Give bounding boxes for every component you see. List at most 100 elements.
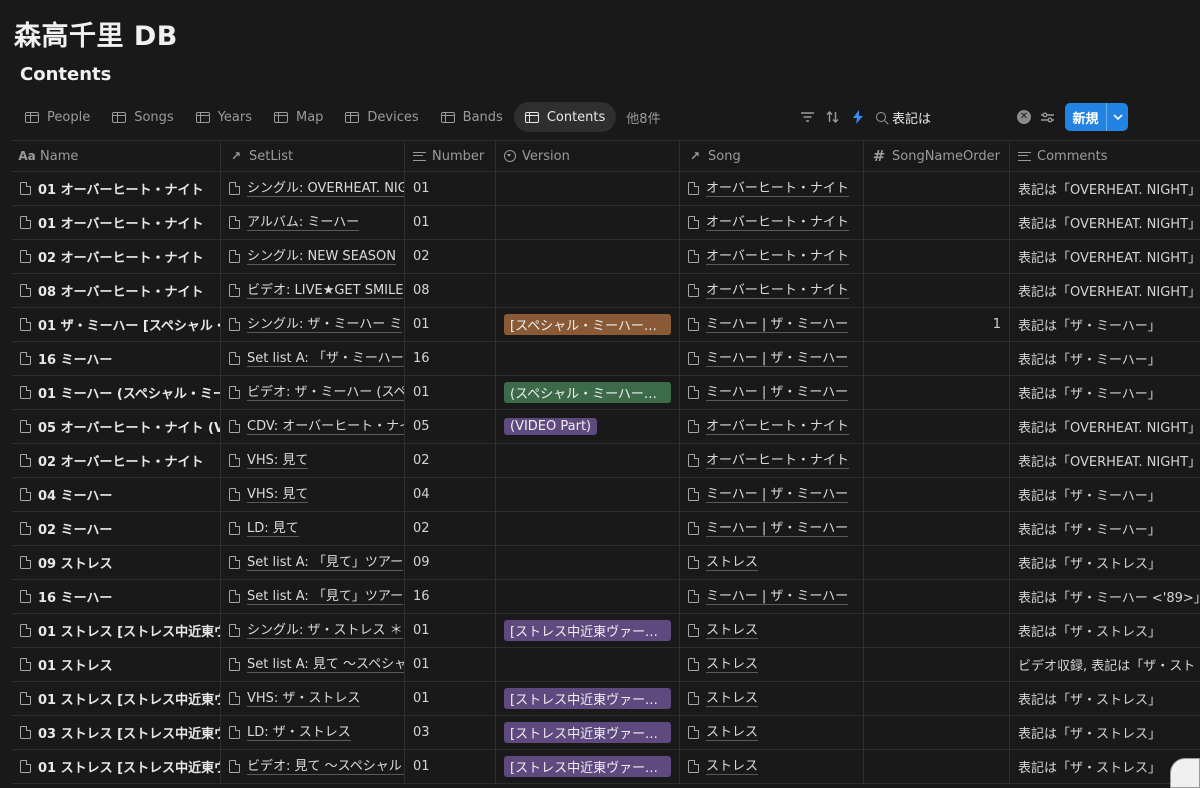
name-cell[interactable]: 02 ミーハー [12, 512, 221, 545]
version-cell[interactable] [496, 648, 680, 681]
song-relation-link[interactable]: ストレス [706, 623, 759, 639]
name-cell[interactable]: 01 ストレス [ストレス中近東ヴ [12, 614, 221, 647]
songnameorder-cell[interactable] [864, 206, 1010, 239]
table-row[interactable]: 01 ザ・ミーハー [スペシャル・ シングル: ザ・ミーハー ミ 01 [スペシャル・… [12, 308, 1200, 342]
setlist-relation-link[interactable]: Set list A: 「見て」ツアー [247, 555, 404, 571]
song-relation-link[interactable]: ストレス [706, 657, 759, 673]
songnameorder-cell[interactable] [864, 342, 1010, 375]
comments-cell[interactable]: 表記は「ザ・ミーハー」 [1010, 478, 1200, 511]
automation-bolt-icon[interactable] [847, 104, 869, 130]
songnameorder-cell[interactable] [864, 512, 1010, 545]
search-box[interactable] [876, 104, 1026, 130]
table-row[interactable]: 03 ストレス [ストレス中近東ヴ LD: ザ・ストレス 03 [ストレス中近東ヴァー… [12, 716, 1200, 750]
number-cell[interactable]: 02 [405, 444, 496, 477]
sort-icon[interactable] [821, 104, 843, 130]
name-cell[interactable]: 16 ミーハー [12, 342, 221, 375]
setlist-cell[interactable]: ビデオ: ザ・ミーハー (スペ [221, 376, 405, 409]
setlist-relation-link[interactable]: CDV: オーバーヒート・ナイ [247, 419, 404, 435]
clear-search-icon[interactable]: ✕ [1017, 110, 1031, 124]
song-relation-link[interactable]: オーバーヒート・ナイト [706, 419, 849, 435]
version-cell[interactable] [496, 172, 680, 205]
song-relation-link[interactable]: ミーハー | ザ・ミーハー [706, 521, 849, 537]
version-cell[interactable]: [ストレス中近東ヴァージ... [496, 716, 680, 749]
songnameorder-cell[interactable] [864, 444, 1010, 477]
table-row[interactable]: 01 オーバーヒート・ナイト アルバム: ミーハー 01 オーバーヒート・ナイト 表記は… [12, 206, 1200, 240]
song-relation-link[interactable]: オーバーヒート・ナイト [706, 283, 849, 299]
songnameorder-cell[interactable] [864, 410, 1010, 443]
column-header-version[interactable]: Version [496, 141, 680, 171]
number-cell[interactable]: 01 [405, 750, 496, 783]
setlist-cell[interactable]: Set list A: 「見て」ツアー [221, 580, 405, 613]
setlist-cell[interactable]: シングル: NEW SEASON [221, 240, 405, 273]
comments-cell[interactable]: 表記は「ザ・ストレス」 [1010, 546, 1200, 579]
table-row[interactable]: 16 ミーハー Set list A: 「ザ・ミーハー」 16 ミーハー | ザ・ミー… [12, 342, 1200, 376]
number-cell[interactable]: 01 [405, 308, 496, 341]
song-relation-link[interactable]: オーバーヒート・ナイト [706, 215, 849, 231]
tab-years[interactable]: Years [185, 102, 263, 132]
table-row[interactable]: 05 オーバーヒート・ナイト (VI CDV: オーバーヒート・ナイ 05 (VIDE… [12, 410, 1200, 444]
view-title[interactable]: Contents [20, 64, 111, 85]
song-cell[interactable]: ストレス [680, 682, 864, 715]
songnameorder-cell[interactable] [864, 546, 1010, 579]
version-cell[interactable] [496, 512, 680, 545]
setlist-relation-link[interactable]: シングル: ザ・ミーハー ミ [247, 317, 403, 333]
column-header-songnameorder[interactable]: # SongNameOrder [864, 141, 1010, 171]
version-cell[interactable] [496, 444, 680, 477]
version-cell[interactable]: [スペシャル・ミーハー・... [496, 308, 680, 341]
songnameorder-cell[interactable] [864, 648, 1010, 681]
table-row[interactable]: 16 ミーハー Set list A: 「見て」ツアー 16 ミーハー | ザ・ミーハ… [12, 580, 1200, 614]
song-relation-link[interactable]: ストレス [706, 691, 759, 707]
number-cell[interactable]: 01 [405, 648, 496, 681]
number-cell[interactable]: 01 [405, 682, 496, 715]
name-cell[interactable]: 01 ザ・ミーハー [スペシャル・ [12, 308, 221, 341]
name-cell[interactable]: 01 ストレス [12, 648, 221, 681]
setlist-cell[interactable]: VHS: 見て [221, 444, 405, 477]
number-cell[interactable]: 01 [405, 172, 496, 205]
comments-cell[interactable]: 表記は「ザ・ミーハー」 [1010, 342, 1200, 375]
songnameorder-cell[interactable] [864, 580, 1010, 613]
number-cell[interactable]: 02 [405, 240, 496, 273]
comments-cell[interactable]: ビデオ収録, 表記は「ザ・スト [1010, 648, 1200, 681]
setlist-relation-link[interactable]: VHS: 見て [247, 487, 309, 503]
song-cell[interactable]: オーバーヒート・ナイト [680, 206, 864, 239]
name-cell[interactable]: 16 ミーハー [12, 580, 221, 613]
song-cell[interactable]: ストレス [680, 716, 864, 749]
view-settings-icon[interactable] [1036, 104, 1058, 130]
table-row[interactable]: 01 ストレス [ストレス中近東ヴ VHS: ザ・ストレス 01 [ストレス中近東ヴァ… [12, 682, 1200, 716]
setlist-relation-link[interactable]: LD: ザ・ストレス [247, 725, 351, 741]
number-cell[interactable]: 16 [405, 580, 496, 613]
setlist-cell[interactable]: VHS: ザ・ストレス [221, 682, 405, 715]
comments-cell[interactable]: 表記は「OVERHEAT. NIGHT」 [1010, 410, 1200, 443]
song-relation-link[interactable]: ミーハー | ザ・ミーハー [706, 487, 849, 503]
column-header-number[interactable]: Number [405, 141, 496, 171]
setlist-relation-link[interactable]: LD: 見て [247, 521, 299, 537]
version-cell[interactable] [496, 478, 680, 511]
comments-cell[interactable]: 表記は「ザ・ストレス」 [1010, 716, 1200, 749]
song-cell[interactable]: ストレス [680, 546, 864, 579]
tab-devices[interactable]: Devices [334, 102, 429, 132]
song-cell[interactable]: オーバーヒート・ナイト [680, 274, 864, 307]
songnameorder-cell[interactable] [864, 376, 1010, 409]
comments-cell[interactable]: 表記は「ザ・ミーハー <'89>」 [1010, 580, 1200, 613]
version-cell[interactable] [496, 342, 680, 375]
setlist-relation-link[interactable]: VHS: 見て [247, 453, 309, 469]
song-cell[interactable]: オーバーヒート・ナイト [680, 444, 864, 477]
song-relation-link[interactable]: オーバーヒート・ナイト [706, 249, 849, 265]
song-cell[interactable]: ミーハー | ザ・ミーハー [680, 478, 864, 511]
version-cell[interactable]: (VIDEO Part) [496, 410, 680, 443]
comments-cell[interactable]: 表記は「OVERHEAT. NIGHT」 [1010, 172, 1200, 205]
song-cell[interactable]: ストレス [680, 648, 864, 681]
songnameorder-cell[interactable] [864, 716, 1010, 749]
setlist-cell[interactable]: アルバム: ミーハー [221, 206, 405, 239]
song-cell[interactable]: ミーハー | ザ・ミーハー [680, 342, 864, 375]
column-header-comments[interactable]: Comments [1010, 141, 1200, 171]
name-cell[interactable]: 02 オーバーヒート・ナイト [12, 444, 221, 477]
comments-cell[interactable]: 表記は「OVERHEAT. NIGHT」 [1010, 274, 1200, 307]
avatar[interactable] [1170, 758, 1200, 788]
table-row[interactable]: 01 ストレス [ストレス中近東ヴ ビデオ: 見て 〜スペシャル・ 01 [ストレス中… [12, 750, 1200, 784]
song-relation-link[interactable]: オーバーヒート・ナイト [706, 453, 849, 469]
name-cell[interactable]: 01 オーバーヒート・ナイト [12, 172, 221, 205]
number-cell[interactable]: 01 [405, 376, 496, 409]
number-cell[interactable]: 05 [405, 410, 496, 443]
column-header-name[interactable]: Aa Name [12, 141, 221, 171]
